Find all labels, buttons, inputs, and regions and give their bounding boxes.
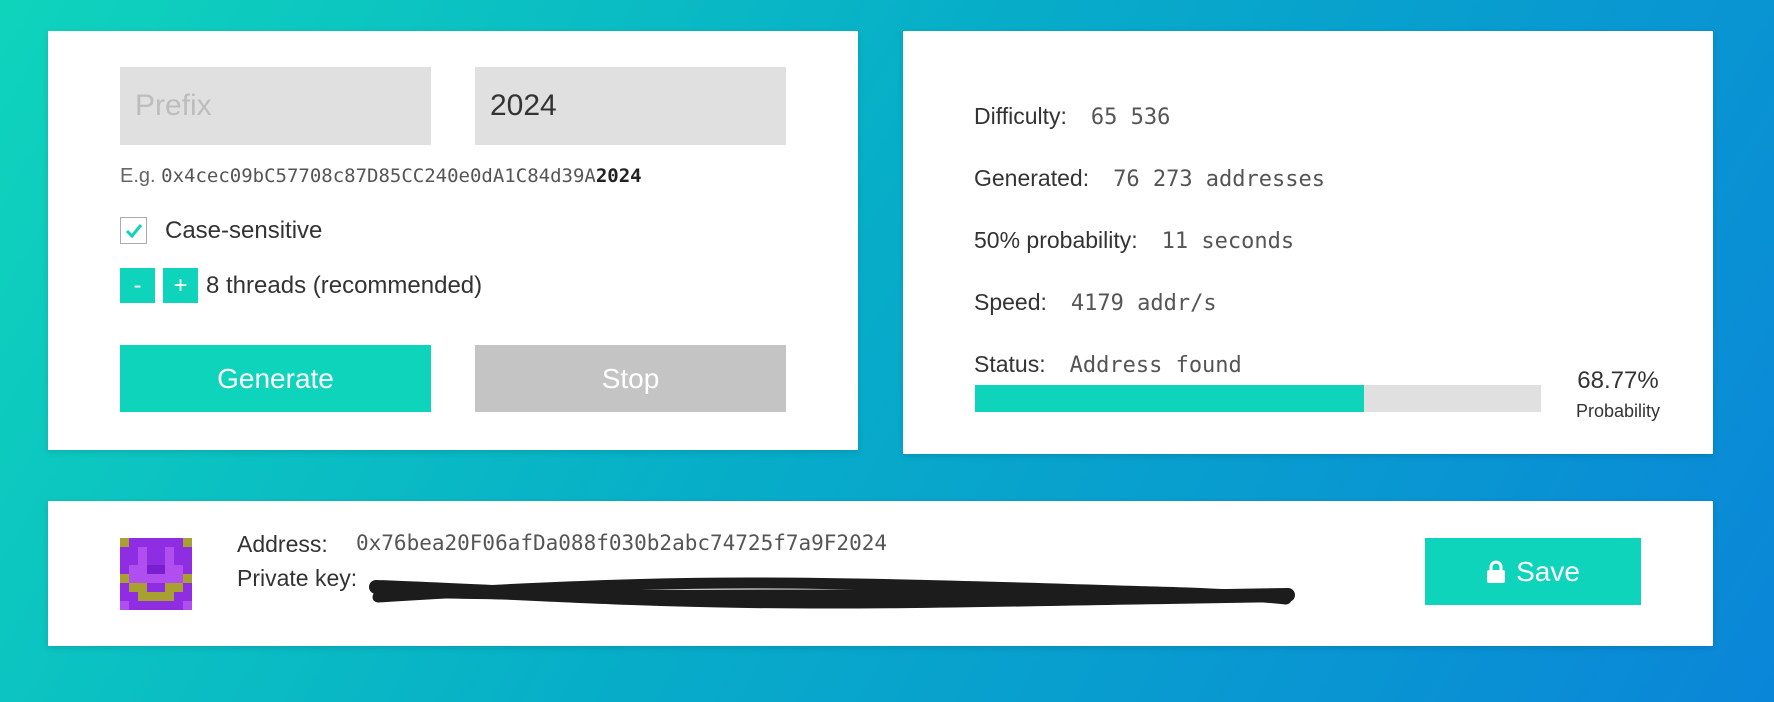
probability-progress-fill <box>975 385 1365 412</box>
threads-increase-button[interactable]: + <box>163 268 198 303</box>
status-row: Status: Address found <box>974 349 1242 381</box>
difficulty-row: Difficulty: 65 536 <box>974 101 1170 133</box>
save-label: Save <box>1516 555 1580 587</box>
status-value: Address found <box>1069 353 1242 378</box>
generated-row: Generated: 76 273 addresses <box>974 163 1325 195</box>
probability-progress-bar <box>975 385 1541 412</box>
statistics-card: Difficulty: 65 536 Generated: 76 273 addre… <box>903 31 1713 454</box>
save-button[interactable]: Save <box>1425 538 1641 605</box>
private-key-label: Private key: <box>237 565 358 591</box>
difficulty-label: Difficulty: <box>974 103 1067 129</box>
speed-label: Speed: <box>974 289 1047 315</box>
address-value: 0x76bea20F06afDa088f030b2abc74725f7a9F20… <box>356 531 888 555</box>
difficulty-value: 65 536 <box>1090 105 1171 130</box>
probability50-row: 50% probability: 11 seconds <box>974 225 1294 257</box>
case-sensitive-checkbox[interactable] <box>120 217 147 244</box>
identicon-avatar <box>120 538 192 610</box>
generated-value: 76 273 addresses <box>1113 167 1326 192</box>
example-address-body: 0x4cec09bC57708c87D85CC240e0dA1C84d39A <box>161 165 596 187</box>
checkmark-icon <box>125 223 142 238</box>
speed-value: 4179 addr/s <box>1070 291 1217 316</box>
example-address: E.g. 0x4cec09bC57708c87D85CC240e0dA1C84d… <box>120 165 642 188</box>
probability50-label: 50% probability: <box>974 227 1138 253</box>
status-label: Status: <box>974 351 1046 377</box>
probability50-value: 11 seconds <box>1161 229 1295 254</box>
private-key-redaction <box>369 577 1295 609</box>
lock-icon <box>1487 560 1506 583</box>
suffix-input[interactable] <box>475 67 786 145</box>
result-card: Address: 0x76bea20F06afDa088f030b2abc747… <box>48 501 1713 646</box>
case-sensitive-label: Case-sensitive <box>165 217 323 244</box>
address-label: Address: <box>237 531 328 557</box>
speed-row: Speed: 4179 addr/s <box>974 287 1217 319</box>
threads-decrease-button[interactable]: - <box>120 268 155 303</box>
threads-label: 8 threads (recommended) <box>206 272 483 299</box>
generated-label: Generated: <box>974 165 1090 191</box>
probability-value: 68.77% <box>1577 367 1659 394</box>
stop-button[interactable]: Stop <box>475 345 786 412</box>
example-label: E.g. <box>120 165 156 187</box>
probability-label: Probability <box>1575 401 1661 421</box>
generator-input-card: E.g. 0x4cec09bC57708c87D85CC240e0dA1C84d… <box>48 31 858 450</box>
generate-button[interactable]: Generate <box>120 345 431 412</box>
example-address-suffix: 2024 <box>595 165 642 187</box>
prefix-input[interactable] <box>120 67 431 145</box>
